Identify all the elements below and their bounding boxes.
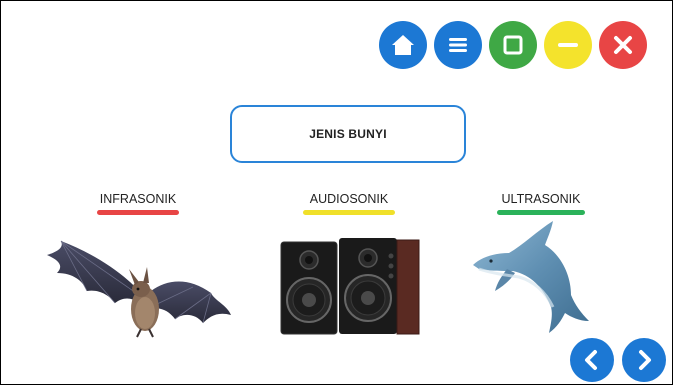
category-ultrasonik[interactable]: ULTRASONIK xyxy=(491,191,591,215)
page-title-text: JENIS BUNYI xyxy=(309,127,387,141)
category-label-infrasonik: INFRASONIK xyxy=(99,192,177,206)
category-label-ultrasonik: ULTRASONIK xyxy=(501,192,581,206)
next-button[interactable] xyxy=(622,338,666,382)
minimize-button[interactable] xyxy=(544,21,592,69)
home-icon xyxy=(392,35,414,55)
minimize-icon xyxy=(558,43,578,47)
dolphin-image[interactable] xyxy=(467,217,593,337)
maximize-icon xyxy=(503,35,523,55)
page-title: JENIS BUNYI xyxy=(230,105,466,163)
chevron-right-icon xyxy=(639,350,651,370)
category-audiosonik[interactable]: AUDIOSONIK xyxy=(299,191,399,215)
previous-button[interactable] xyxy=(570,338,614,382)
category-label-audiosonik: AUDIOSONIK xyxy=(309,192,389,206)
close-icon xyxy=(614,36,632,54)
menu-button[interactable] xyxy=(434,21,482,69)
speakers-image[interactable] xyxy=(279,236,421,338)
maximize-button[interactable] xyxy=(489,21,537,69)
bat-image[interactable] xyxy=(43,233,233,338)
category-underline-ultrasonik xyxy=(497,210,585,215)
menu-icon xyxy=(449,38,467,52)
home-button[interactable] xyxy=(379,21,427,69)
category-underline-audiosonik xyxy=(303,210,395,215)
close-button[interactable] xyxy=(599,21,647,69)
category-underline-infrasonik xyxy=(97,210,179,215)
window-toolbar xyxy=(379,21,647,69)
chevron-left-icon xyxy=(585,350,597,370)
app-frame: JENIS BUNYI INFRASONIK AUDIOSONIK ULTRAS… xyxy=(0,0,673,385)
category-infrasonik[interactable]: INFRASONIK xyxy=(91,191,185,215)
